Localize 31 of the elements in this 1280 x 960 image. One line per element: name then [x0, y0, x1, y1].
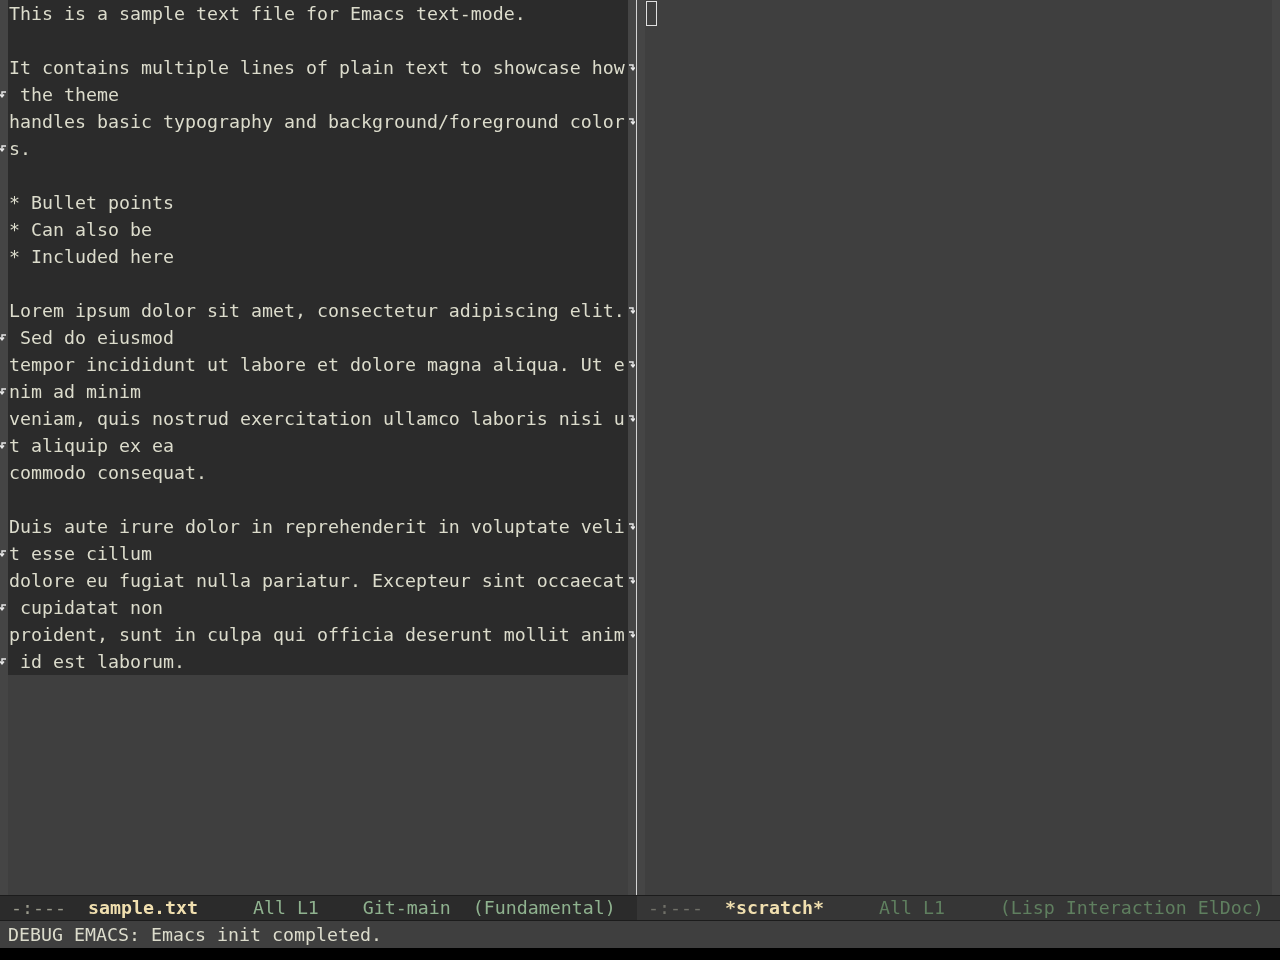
vc-branch: Git-main: [362, 896, 451, 921]
text-line: This is a sample text file for Emacs text-mode.: [9, 2, 526, 26]
text-line: Duis aute irure dolor in reprehenderit in voluptate veli: [9, 515, 625, 539]
text-line: t esse cillum: [9, 542, 152, 566]
text-line: the theme: [19, 83, 119, 107]
text-line: * Included here: [9, 245, 174, 269]
text-line: commodo consequat.: [9, 461, 207, 485]
text-line: nim ad minim: [9, 380, 141, 404]
major-mode: (Fundamental): [472, 896, 616, 921]
buffer-name: *scratch*: [724, 896, 824, 921]
buffer-name: sample.txt: [87, 896, 198, 921]
text-line: id est laborum.: [19, 650, 185, 674]
major-mode: (Lisp Interaction ElDoc): [999, 896, 1264, 921]
echo-message: DEBUG EMACS: Emacs init completed.: [8, 922, 382, 947]
text-line: veniam, quis nostrud exercitation ullamco laboris nisi u: [9, 407, 625, 431]
text-line: * Bullet points: [9, 191, 174, 215]
text-line: t aliquip ex ea: [9, 434, 174, 458]
text-line: Lorem ipsum dolor sit amet, consectetur adipiscing elit.: [9, 299, 625, 323]
text-line: It contains multiple lines of plain text to showcase how: [9, 56, 625, 80]
text-line: * Can also be: [9, 218, 152, 242]
text-line: s.: [9, 137, 31, 161]
position-indicator: All L1: [252, 896, 319, 921]
text-line: handles basic typography and background/foreground color: [9, 110, 625, 134]
position-indicator: All L1: [878, 896, 945, 921]
modified-status: -:---: [648, 896, 703, 921]
text-line: tempor incididunt ut labore et dolore magna aliqua. Ut e: [9, 353, 625, 377]
text-line: Sed do eiusmod: [19, 326, 174, 350]
text-line: proident, sunt in culpa qui officia deserunt mollit anim: [9, 623, 625, 647]
modified-status: -:---: [11, 896, 66, 921]
text-line: cupidatat non: [19, 596, 163, 620]
text-line: dolore eu fugiat nulla pariatur. Excepteur sint occaecat: [9, 569, 625, 593]
